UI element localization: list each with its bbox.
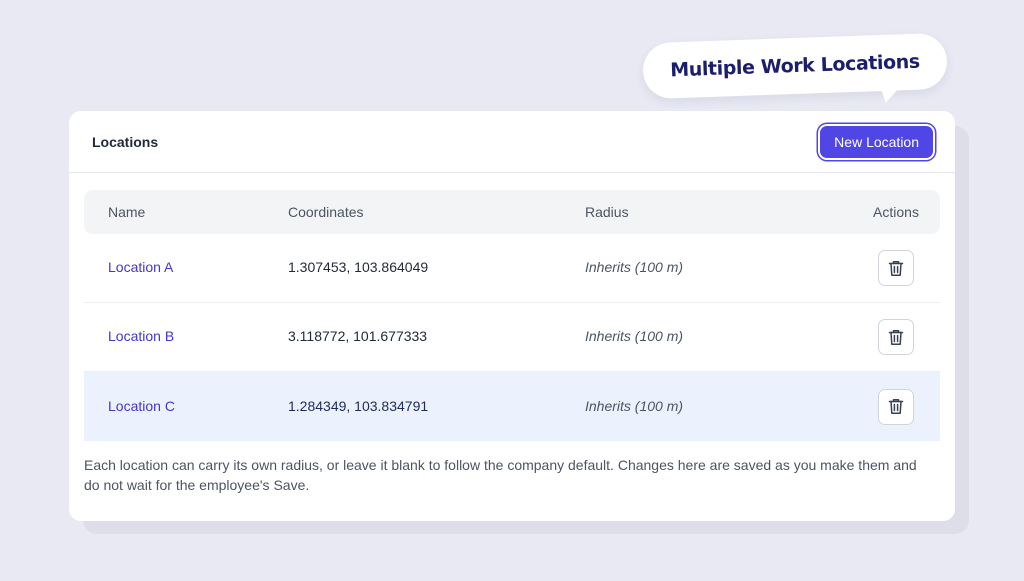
location-name-link[interactable]: Location A: [108, 259, 173, 275]
location-name-link[interactable]: Location B: [108, 328, 174, 344]
table-row: Location B 3.118772, 101.677333 Inherits…: [84, 303, 940, 372]
card-title: Locations: [92, 133, 159, 150]
header-actions: Actions: [873, 204, 919, 220]
table-row: Location C 1.284349, 103.834791 Inherits…: [84, 372, 940, 441]
trash-icon: [888, 260, 904, 276]
locations-card: Locations New Location Name Coordinates …: [69, 111, 955, 521]
header-coordinates: Coordinates: [288, 204, 364, 220]
trash-icon: [888, 329, 904, 345]
card-header: Locations New Location: [69, 111, 955, 173]
bubble-text: Multiple Work Locations: [669, 50, 921, 82]
location-coordinates: 3.118772, 101.677333: [288, 328, 428, 344]
delete-location-button[interactable]: [878, 319, 914, 355]
header-name: Name: [108, 204, 146, 220]
delete-location-button[interactable]: [878, 388, 914, 425]
location-coordinates: 1.284349, 103.834791: [288, 397, 429, 414]
location-radius: Inherits (100 m): [585, 397, 684, 414]
locations-table: Name Coordinates Radius Actions Location…: [84, 190, 940, 441]
table-header: Name Coordinates Radius Actions: [84, 190, 940, 234]
location-coordinates: 1.307453, 103.864049: [288, 259, 429, 275]
table-row: Location A 1.307453, 103.864049 Inherits…: [84, 234, 940, 303]
bubble-body: Multiple Work Locations: [642, 32, 948, 100]
bubble-tail: [875, 86, 901, 104]
header-radius: Radius: [585, 204, 629, 220]
delete-location-button[interactable]: [878, 250, 914, 286]
trash-icon: [888, 399, 904, 414]
stage: Multiple Work Locations Locations New Lo…: [0, 0, 1024, 581]
helper-note: Each location can carry its own radius, …: [84, 457, 917, 493]
feature-callout-bubble: Multiple Work Locations: [642, 32, 948, 104]
location-radius: Inherits (100 m): [585, 328, 684, 344]
new-location-button[interactable]: New Location: [820, 125, 933, 158]
location-radius: Inherits (100 m): [585, 259, 684, 275]
location-name-link[interactable]: Location C: [108, 398, 175, 414]
